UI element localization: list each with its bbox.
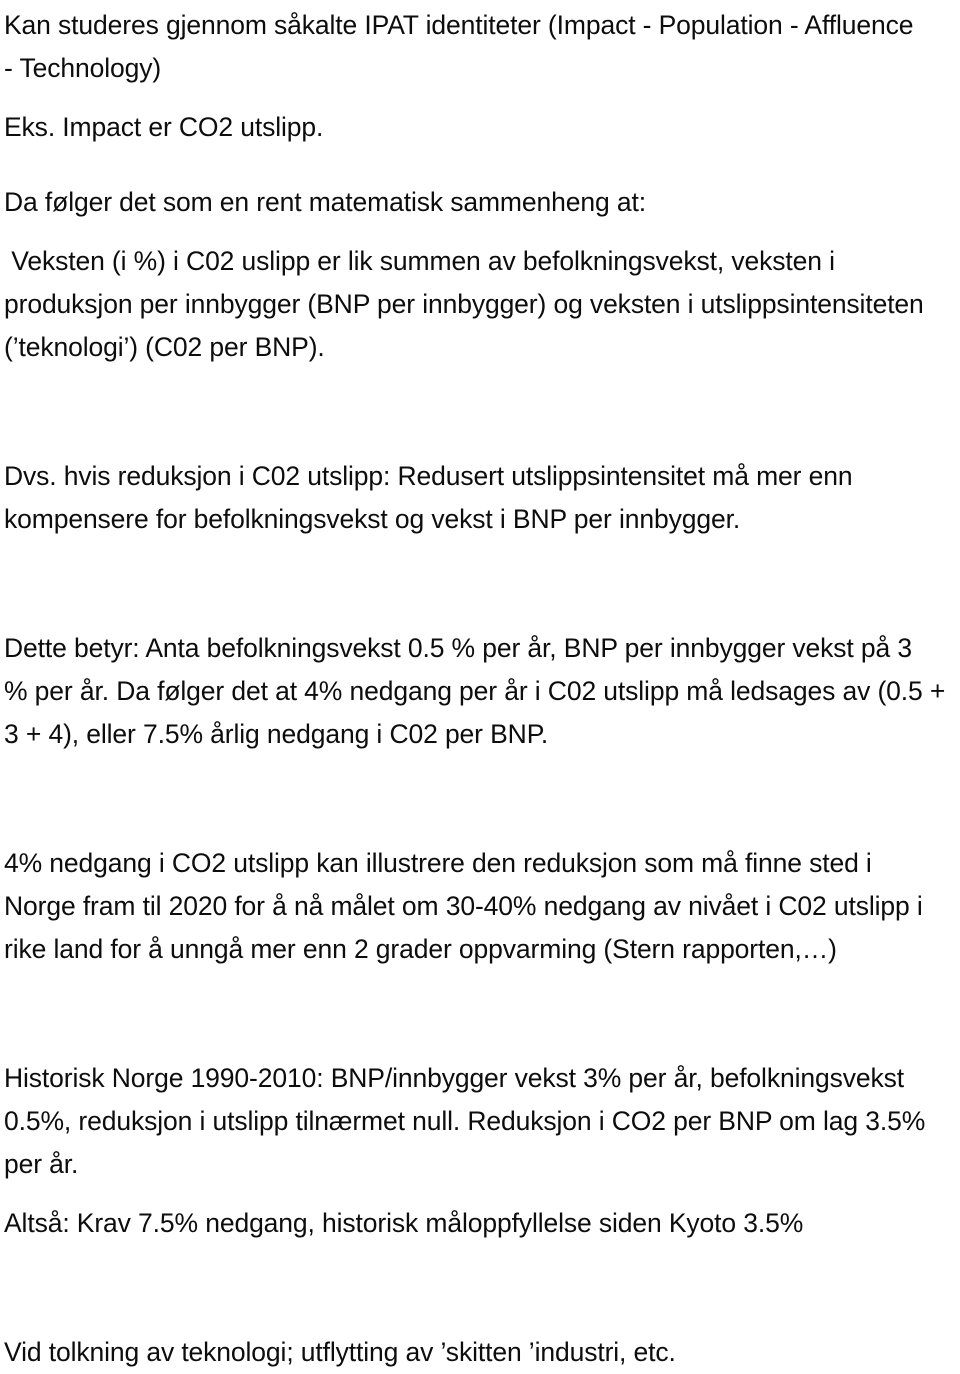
text-line: Altså: Krav 7.5% nedgang, historisk målo…	[4, 1208, 804, 1238]
paragraph-technology-caveat: Vid tolkning av teknologi; utflytting av…	[4, 1331, 954, 1374]
text-line: - Technology)	[4, 53, 162, 83]
text-line: per år.	[4, 1149, 79, 1179]
text-line: Vid tolkning av teknologi; utflytting av…	[4, 1337, 676, 1367]
paragraph-conclusion: Altså: Krav 7.5% nedgang, historisk målo…	[4, 1202, 954, 1245]
text-line: produksjon per innbygger (BNP per innbyg…	[4, 289, 924, 319]
text-line: kompensere for befolkningsvekst og vekst…	[4, 504, 741, 534]
text-line: 3 + 4), eller 7.5% årlig nedgang i C02 p…	[4, 719, 549, 749]
paragraph-math-relation: Da følger det som en rent matematisk sam…	[4, 181, 954, 224]
text-line: Da følger det som en rent matematisk sam…	[4, 187, 646, 217]
paragraph-historic-norway: Historisk Norge 1990-2010: BNP/innbygger…	[4, 1057, 954, 1186]
text-line: Norge fram til 2020 for å nå målet om 30…	[4, 891, 923, 921]
text-line: rike land for å unngå mer enn 2 grader o…	[4, 934, 837, 964]
text-line: Historisk Norge 1990-2010: BNP/innbygger…	[4, 1063, 904, 1093]
text-line: 0.5%, reduksjon i utslipp tilnærmet null…	[4, 1106, 926, 1136]
text-line: % per år. Da følger det at 4% nedgang pe…	[4, 676, 946, 706]
text-line: Kan studeres gjennom såkalte IPAT identi…	[4, 10, 914, 40]
text-line: Veksten (i %) i C02 uslipp er lik summen…	[4, 246, 835, 276]
paragraph-numeric-example: Dette betyr: Anta befolkningsvekst 0.5 %…	[4, 627, 954, 756]
text-line: Dvs. hvis reduksjon i C02 utslipp: Redus…	[4, 461, 853, 491]
paragraph-ipat-intro: Kan studeres gjennom såkalte IPAT identi…	[4, 4, 954, 90]
text-line: (’teknologi’) (C02 per BNP).	[4, 332, 325, 362]
document-page: Kan studeres gjennom såkalte IPAT identi…	[0, 0, 960, 1367]
paragraph-reduction-implication: Dvs. hvis reduksjon i C02 utslipp: Redus…	[4, 455, 954, 541]
paragraph-norway-2020-target: 4% nedgang i CO2 utslipp kan illustrere …	[4, 842, 954, 971]
text-line: Eks. Impact er CO2 utslipp.	[4, 112, 324, 142]
text-line: Dette betyr: Anta befolkningsvekst 0.5 %…	[4, 633, 912, 663]
text-line: 4% nedgang i CO2 utslipp kan illustrere …	[4, 848, 872, 878]
paragraph-growth-identity: Veksten (i %) i C02 uslipp er lik summen…	[4, 240, 954, 369]
paragraph-impact-example: Eks. Impact er CO2 utslipp.	[4, 106, 954, 149]
